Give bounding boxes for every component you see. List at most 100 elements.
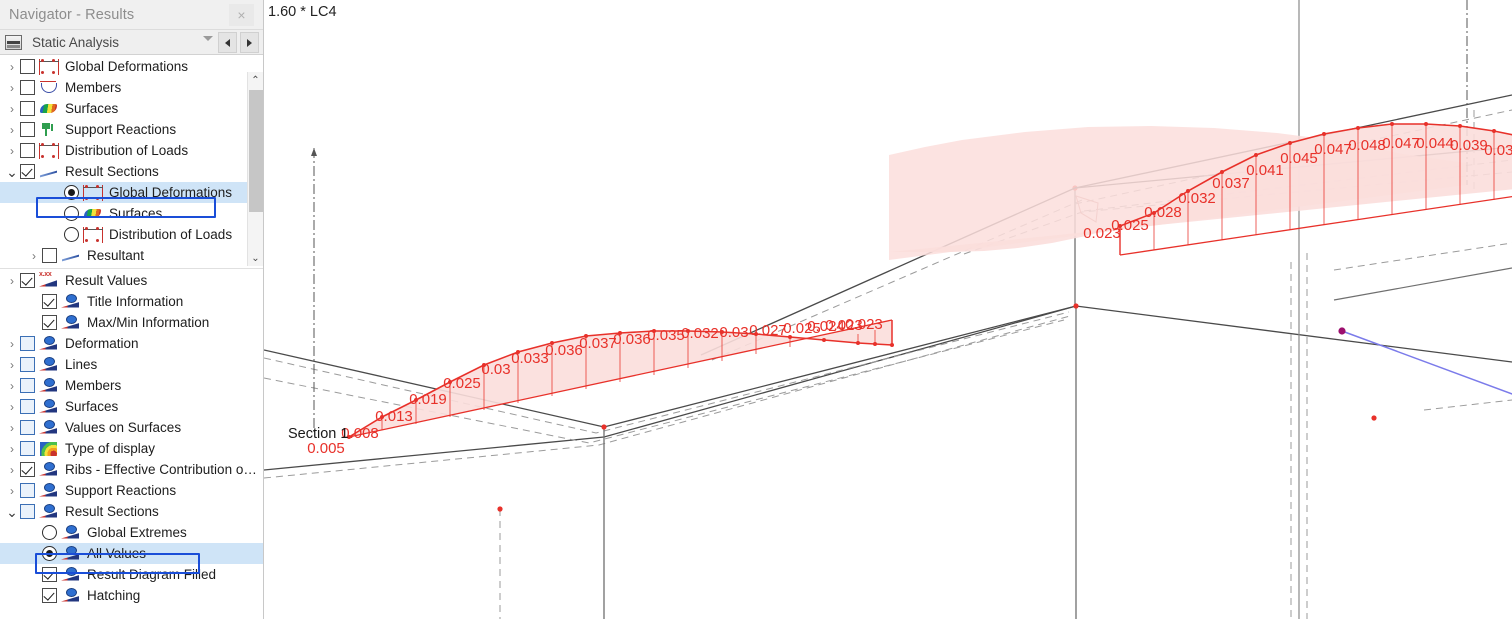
scrollbar-thumb[interactable]: [249, 90, 263, 212]
scroll-down-icon[interactable]: ⌄: [248, 250, 263, 266]
tree-item-rs-global-deformations[interactable]: Global Deformations: [0, 182, 263, 203]
chevron-right-icon[interactable]: ›: [4, 82, 20, 94]
result-value-label: 0.033: [511, 350, 549, 367]
checkbox-ribs[interactable]: [20, 462, 35, 477]
tree-item-support-reactions[interactable]: › Support Reactions: [0, 119, 263, 140]
chevron-right-icon[interactable]: ›: [4, 338, 20, 350]
tree-item-title-info[interactable]: Title Information: [0, 291, 263, 312]
tree-item-type-of-display[interactable]: › Type of display: [0, 438, 263, 459]
radio-rs-surfaces[interactable]: [64, 206, 79, 221]
tree-item-result-sections[interactable]: ⌄ Result Sections: [0, 161, 263, 182]
chevron-right-icon[interactable]: ›: [4, 422, 20, 434]
result-value-label: 0.044: [1416, 135, 1454, 152]
tree-item-label: Title Information: [87, 294, 184, 309]
checkbox-result-sections[interactable]: [20, 164, 35, 179]
tree-item-surfaces[interactable]: › Surfaces: [0, 98, 263, 119]
checkbox-type-of-display[interactable]: [20, 441, 35, 456]
tree-item-ribs[interactable]: › Ribs - Effective Contribution on S…: [0, 459, 263, 480]
chevron-right-icon[interactable]: ›: [4, 124, 20, 136]
tree-item-members2[interactable]: › Members: [0, 375, 263, 396]
tree-item-global-deformations[interactable]: › Global Deformations: [0, 56, 263, 77]
chevron-right-icon[interactable]: ›: [4, 61, 20, 73]
surface-glyph: [84, 208, 101, 218]
tree-item-rs-resultant[interactable]: › Resultant: [0, 245, 263, 266]
chevron-right-icon[interactable]: ›: [26, 250, 42, 262]
navigator-titlebar: Navigator - Results ×: [0, 0, 263, 30]
chevron-right-icon[interactable]: ›: [4, 485, 20, 497]
radio-global-extremes[interactable]: [42, 525, 57, 540]
checkbox-surfaces2[interactable]: [20, 399, 35, 414]
chevron-right-icon[interactable]: ›: [4, 464, 20, 476]
radio-rs-global-deformations[interactable]: [64, 185, 79, 200]
application-window: Navigator - Results × Static Analysis › G…: [0, 0, 1512, 619]
tree-item-support-react2[interactable]: › Support Reactions: [0, 480, 263, 501]
checkbox-global-deformations[interactable]: [20, 59, 35, 74]
result-value-label: 0.025: [443, 375, 481, 392]
checkbox-hatching[interactable]: [42, 588, 57, 603]
checkbox-result-sections2[interactable]: [20, 504, 35, 519]
tree-item-global-extremes[interactable]: Global Extremes: [0, 522, 263, 543]
results-tree[interactable]: › Global Deformations › Members › Surfaces › Su…: [0, 56, 263, 619]
previous-button[interactable]: [218, 32, 237, 53]
chevron-right-icon[interactable]: ›: [4, 103, 20, 115]
tree-item-members[interactable]: › Members: [0, 77, 263, 98]
chevron-right-icon[interactable]: ›: [4, 443, 20, 455]
analysis-type-combobox[interactable]: Static Analysis: [0, 30, 263, 55]
model-viewport[interactable]: 1.60 * LC4 0.023 0.025 0.028 0.032 0.037…: [264, 0, 1512, 619]
radio-all-values[interactable]: [42, 546, 57, 561]
tree-item-hatching[interactable]: Hatching: [0, 585, 263, 606]
tree-scrollbar[interactable]: ⌃ ⌄: [247, 72, 263, 266]
checkbox-result-diagram-filled[interactable]: [42, 567, 57, 582]
checkbox-lines[interactable]: [20, 357, 35, 372]
checkbox-surfaces[interactable]: [20, 101, 35, 116]
result-value-label: 0.048: [1348, 137, 1386, 154]
support-icon: [39, 122, 59, 138]
tree-item-deformation[interactable]: › Deformation: [0, 333, 263, 354]
chevron-right-icon[interactable]: ›: [4, 380, 20, 392]
checkbox-members[interactable]: [20, 80, 35, 95]
tree-item-rs-surfaces[interactable]: Surfaces: [0, 203, 263, 224]
checkbox-rs-resultant[interactable]: [42, 248, 57, 263]
result-value-label: 0.032: [1178, 190, 1216, 207]
tree-item-maxmin-info[interactable]: Max/Min Information: [0, 312, 263, 333]
tree-item-result-diagram-filled[interactable]: Result Diagram Filled: [0, 564, 263, 585]
checkbox-support-reactions[interactable]: [20, 122, 35, 137]
chevron-right-icon[interactable]: ›: [4, 359, 20, 371]
tree-item-surfaces2[interactable]: › Surfaces: [0, 396, 263, 417]
diagram-icon: [61, 248, 81, 264]
chevron-down-icon[interactable]: ⌄: [4, 165, 20, 179]
checkbox-members2[interactable]: [20, 378, 35, 393]
chevron-down-icon[interactable]: ⌄: [4, 505, 20, 519]
result-diagram-lower-geometry: [347, 319, 894, 439]
checkbox-support-react2[interactable]: [20, 483, 35, 498]
checkbox-result-values[interactable]: [20, 273, 35, 288]
result-value-label: 0.035: [647, 327, 685, 344]
display-glyph: [40, 441, 57, 456]
tree-item-result-sections2[interactable]: ⌄ Result Sections: [0, 501, 263, 522]
eye-icon: [39, 461, 59, 478]
checkbox-title-info[interactable]: [42, 294, 57, 309]
checkbox-distribution-of-loads[interactable]: [20, 143, 35, 158]
checkbox-values-surfaces[interactable]: [20, 420, 35, 435]
scroll-up-icon[interactable]: ⌃: [248, 72, 263, 88]
result-value-label: 0.047: [1382, 135, 1420, 152]
tree-item-values-surfaces[interactable]: › Values on Surfaces: [0, 417, 263, 438]
results-tree-scroll-area[interactable]: › Global Deformations › Members › Surfaces › Su…: [0, 56, 263, 266]
chevron-right-icon[interactable]: ›: [4, 401, 20, 413]
chevron-right-icon[interactable]: ›: [4, 275, 20, 287]
chevron-down-icon[interactable]: [203, 36, 213, 41]
next-button[interactable]: [240, 32, 259, 53]
results-tree-lower[interactable]: › Result Values Title Information Max/Min…: [0, 270, 263, 619]
tree-item-rs-distribution[interactable]: Distribution of Loads: [0, 224, 263, 245]
radio-rs-distribution[interactable]: [64, 227, 79, 242]
chevron-right-icon[interactable]: ›: [4, 145, 20, 157]
tree-item-all-values[interactable]: All Values: [0, 543, 263, 564]
3d-model-scene[interactable]: 0.0230.0250.0280.0320.0370.0410.0450.047…: [264, 0, 1512, 619]
close-icon[interactable]: ×: [229, 4, 254, 26]
tree-item-lines[interactable]: › Lines: [0, 354, 263, 375]
tree-item-result-values[interactable]: › Result Values: [0, 270, 263, 291]
checkbox-maxmin-info[interactable]: [42, 315, 57, 330]
tree-item-distribution-of-loads[interactable]: › Distribution of Loads: [0, 140, 263, 161]
checkbox-deformation[interactable]: [20, 336, 35, 351]
